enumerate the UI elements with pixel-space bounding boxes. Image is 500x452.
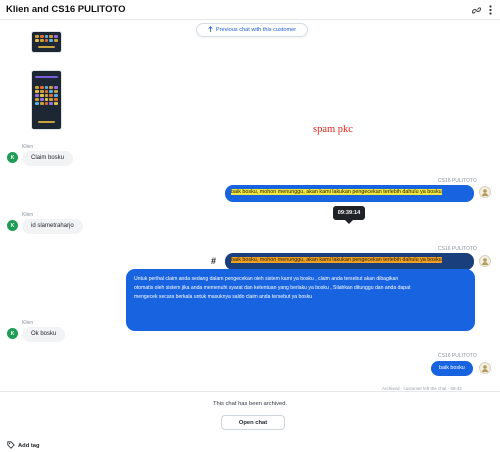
image-attachment[interactable] (31, 70, 62, 130)
message-text: baik bosku, mohon menunggu, akan kami la… (231, 189, 442, 195)
add-tag-button[interactable]: Add tag (7, 441, 40, 451)
agent-avatar (479, 362, 491, 374)
avatar: K (7, 152, 18, 163)
message-bubble: baik bosku, mohon menunggu, akan kami la… (225, 253, 474, 270)
chat-footer: This chat has been archived. Open chat A… (0, 391, 500, 452)
tooltip-arrow (345, 220, 353, 224)
sender-name: Klien (22, 320, 34, 326)
add-tag-label: Add tag (18, 443, 40, 449)
previous-chat-button[interactable]: Previous chat with this customer (196, 23, 308, 37)
avatar: K (7, 328, 18, 339)
message-line: otomatis oleh sistem jika anda memenuhi … (134, 285, 411, 292)
sender-name: CS16 PULITOTO (438, 353, 477, 359)
message-line: mengecek secara berkala untuk masuknya s… (134, 294, 313, 301)
chat-title: Klien and CS16 PULITOTO (6, 4, 126, 15)
chat-header: Klien and CS16 PULITOTO (0, 0, 500, 20)
message-bubble: baik bosku, mohon menunggu, akan kami la… (225, 185, 474, 202)
sender-name: CS16 PULITOTO (438, 178, 477, 184)
image-attachment[interactable] (31, 31, 62, 53)
hash-mark: # (211, 256, 217, 266)
link-icon[interactable] (470, 4, 482, 16)
spam-annotation: spam pkc (313, 124, 353, 135)
message-line: Untuk perihal claim anda sedang dalam pe… (134, 276, 399, 282)
agent-avatar (479, 255, 491, 267)
chat-transcript[interactable]: Previous chat with this customer spam pk… (0, 21, 500, 391)
message-text: baik bosku, mohon menunggu, akan kami la… (231, 257, 442, 263)
message-bubble: Untuk perihal claim anda sedang dalam pe… (126, 269, 475, 331)
arrow-up-icon (208, 26, 213, 34)
avatar: K (7, 220, 18, 231)
open-chat-button[interactable]: Open chat (221, 415, 285, 430)
message-bubble: id slametraharjo (22, 219, 83, 234)
sender-name: Klien (22, 212, 34, 218)
message-bubble: Ok bosku (22, 327, 66, 342)
message-bubble: baik bosku (431, 361, 473, 376)
archived-notice: This chat has been archived. (212, 401, 288, 407)
sender-name: CS16 PULITOTO (438, 246, 477, 252)
timestamp-tooltip: 09:39:14 (333, 206, 365, 220)
message-bubble: Claim bosku (22, 151, 74, 166)
tag-icon (7, 441, 15, 451)
agent-avatar (479, 186, 491, 198)
previous-chat-label: Previous chat with this customer (215, 27, 297, 33)
more-vertical-icon[interactable] (484, 4, 496, 16)
sender-name: Klien (22, 144, 34, 150)
